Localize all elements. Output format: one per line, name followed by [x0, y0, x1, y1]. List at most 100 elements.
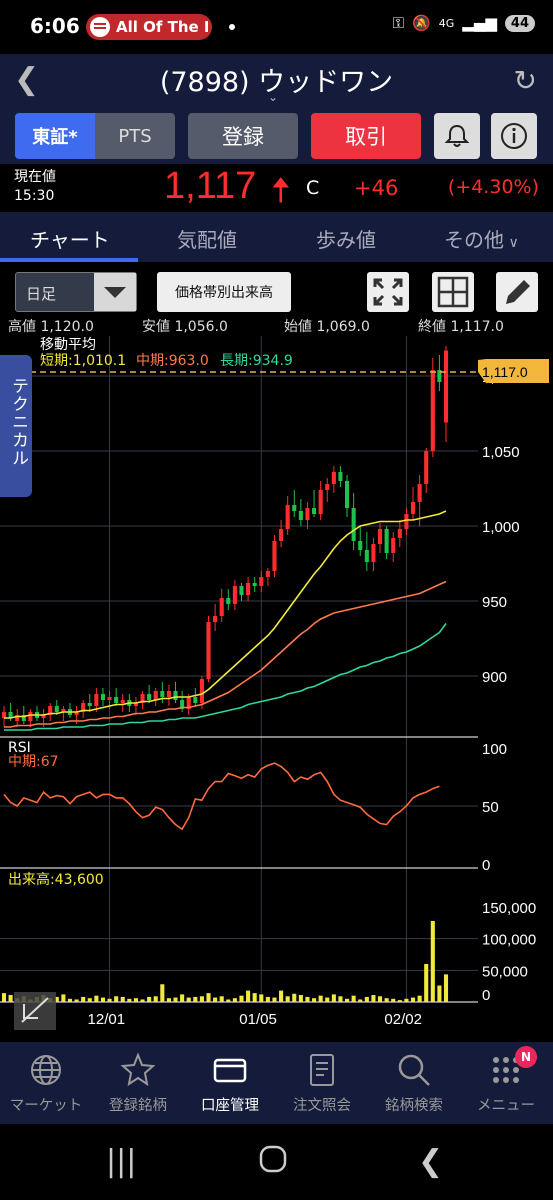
- tab-other[interactable]: その他 ∨: [444, 224, 519, 253]
- volume-bar: [133, 998, 138, 1002]
- volume-title: 出来高:43,600: [8, 871, 104, 888]
- chevron-down-icon[interactable]: ⌄: [268, 90, 278, 104]
- media-pill[interactable]: All Of The I: [86, 14, 212, 40]
- bell-icon[interactable]: [434, 113, 480, 159]
- ohlc-open: 始値 1,069.0: [284, 316, 370, 336]
- nav-account[interactable]: 口座管理: [184, 1052, 276, 1115]
- app-header: ❮ (7898) ウッドワン ⌄ ↻: [0, 54, 553, 110]
- nav-watchlist[interactable]: 登録銘柄: [92, 1052, 184, 1115]
- ma-short-label: 短期:1,010.1: [40, 353, 126, 369]
- volume-bar: [61, 994, 66, 1002]
- volume-tick-label: 0: [482, 987, 490, 1004]
- volume-bar: [364, 996, 369, 1002]
- volume-bar: [193, 996, 198, 1002]
- volume-bar: [186, 997, 191, 1002]
- candle-up: [259, 577, 264, 586]
- nav-menu[interactable]: メニュー: [460, 1052, 552, 1115]
- signal-icon: ▂▄▆: [462, 14, 497, 32]
- candle-down: [54, 706, 59, 712]
- volume-bar: [424, 964, 429, 1002]
- ohlc-high-label: 高値: [8, 319, 36, 335]
- nav-search[interactable]: 銘柄検索: [368, 1052, 460, 1115]
- volume-bar: [173, 997, 178, 1002]
- volume-bar: [259, 994, 264, 1002]
- rsi-tick-label: 0: [482, 857, 490, 874]
- candle-down: [87, 703, 92, 706]
- candle-up: [1, 712, 7, 718]
- nav-market-label: マーケット: [9, 1098, 83, 1114]
- candle-up: [265, 571, 270, 577]
- fullscreen-icon[interactable]: [367, 272, 409, 312]
- current-price-label: 現在値 15:30: [14, 168, 56, 206]
- ohlc-close-label: 終値: [418, 319, 446, 335]
- volume-bar: [120, 996, 125, 1002]
- volume-bar: [351, 995, 356, 1002]
- ohlc-open-value: 1,069.0: [316, 319, 370, 335]
- candle-up: [107, 697, 112, 700]
- notification-dot: [229, 24, 235, 30]
- trade-button[interactable]: 取引: [311, 113, 421, 159]
- volume-bar: [1, 993, 7, 1002]
- battery-indicator: 44: [504, 14, 535, 32]
- home-icon[interactable]: [258, 1144, 288, 1182]
- price-change-percent: (+4.30%): [447, 176, 539, 198]
- candle-down: [239, 586, 244, 595]
- tse-market-button[interactable]: 東証*: [15, 113, 95, 159]
- candle-up: [120, 700, 125, 703]
- nav-search-label: 銘柄検索: [385, 1098, 443, 1114]
- nav-market[interactable]: マーケット: [0, 1052, 92, 1115]
- volume-tick-label: 50,000: [482, 963, 528, 980]
- volume-bar: [8, 995, 13, 1002]
- reset-chart-icon[interactable]: [14, 992, 56, 1030]
- volume-bar: [437, 985, 442, 1002]
- volume-bar: [279, 990, 284, 1002]
- grid-menu-icon: [460, 1052, 552, 1094]
- volume-bar: [206, 993, 211, 1002]
- volume-bar: [226, 999, 231, 1002]
- nav-orders-label: 注文照会: [293, 1098, 351, 1114]
- candle-up: [430, 370, 435, 451]
- candle-down: [114, 697, 119, 703]
- nav-watchlist-label: 登録銘柄: [109, 1098, 167, 1114]
- tab-trades[interactable]: 歩み値: [316, 224, 376, 253]
- date-tick-label: 02/02: [384, 1011, 422, 1028]
- pencil-icon[interactable]: [496, 272, 538, 312]
- candle-down: [312, 508, 317, 514]
- ohlc-close: 終値 1,117.0: [418, 316, 504, 336]
- ohlc-low-label: 安値: [142, 319, 170, 335]
- register-button[interactable]: 登録: [188, 113, 298, 159]
- volume-bar: [100, 997, 106, 1002]
- period-dropdown[interactable]: 日足: [15, 272, 137, 312]
- price-volume-button[interactable]: 価格帯別出来高: [157, 272, 291, 312]
- info-icon[interactable]: [491, 113, 537, 159]
- recent-apps-icon[interactable]: |||: [106, 1144, 136, 1179]
- tab-quotes[interactable]: 気配値: [177, 224, 237, 253]
- nav-orders[interactable]: 注文照会: [276, 1052, 368, 1115]
- price-time: 15:30: [14, 188, 55, 204]
- volume-bar: [180, 994, 185, 1002]
- candle-up: [285, 505, 290, 529]
- layout-grid-icon[interactable]: [432, 272, 474, 312]
- candle-up: [94, 694, 99, 706]
- volume-bar: [371, 995, 376, 1002]
- volume-bar: [384, 998, 389, 1002]
- volume-bar: [338, 996, 343, 1002]
- pts-market-button[interactable]: PTS: [95, 113, 175, 159]
- stock-chart[interactable]: 1,1001,0501,000950900100500150,000100,00…: [0, 336, 553, 1042]
- candle-down: [193, 697, 198, 703]
- candle-up: [318, 490, 323, 514]
- back-icon[interactable]: ❮: [418, 1144, 443, 1179]
- volume-bar: [325, 997, 330, 1002]
- candle-up: [213, 616, 218, 622]
- refresh-icon[interactable]: ↻: [514, 64, 537, 97]
- technical-side-tab-label: テクニカル: [8, 377, 28, 467]
- volume-bar: [252, 993, 257, 1002]
- volume-bar: [305, 996, 310, 1002]
- period-value: 日足: [26, 285, 57, 303]
- technical-side-tab[interactable]: テクニカル: [0, 355, 32, 497]
- system-nav-bar: ||| ❮: [0, 1124, 553, 1200]
- status-time: 6:06: [30, 14, 80, 38]
- price-flag: C: [306, 177, 320, 199]
- tab-chart[interactable]: チャート: [30, 224, 110, 253]
- volume-tick-label: 150,000: [482, 900, 536, 917]
